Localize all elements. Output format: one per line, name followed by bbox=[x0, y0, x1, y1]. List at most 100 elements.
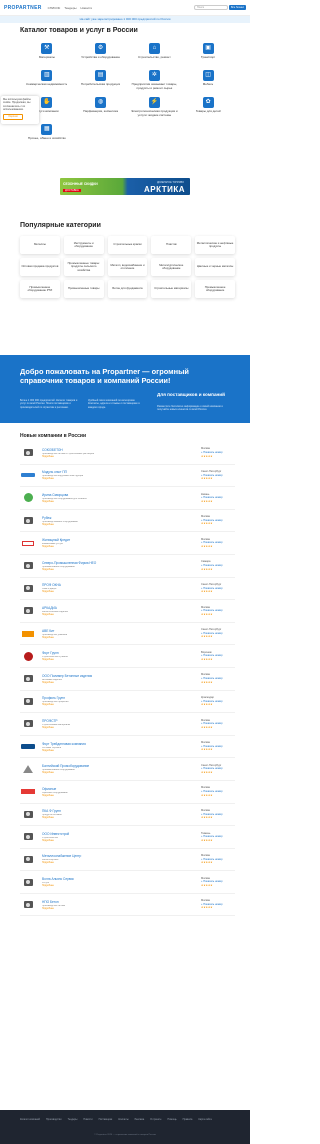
company-row[interactable]: Форт Трейдинговая компания Оптовая торгов… bbox=[20, 736, 235, 759]
company-name[interactable]: Волга Альянс Сервис bbox=[42, 877, 201, 881]
company-more-link[interactable]: Подробнее bbox=[42, 478, 201, 480]
popular-category[interactable]: Промышленное оборудование bbox=[195, 280, 235, 298]
company-row[interactable]: Ирина Скворцова Производство оборудования… bbox=[20, 487, 235, 510]
footer-link[interactable]: О проекте bbox=[150, 1118, 161, 1121]
company-row[interactable]: АРКАДИА Металлические изделия Подробнее Мос… bbox=[20, 600, 235, 623]
company-more-link[interactable]: Подробнее bbox=[42, 591, 201, 593]
company-more-link[interactable]: Подробнее bbox=[42, 795, 201, 797]
company-more-link[interactable]: Подробнее bbox=[42, 637, 201, 639]
company-name[interactable]: Профиль Групп bbox=[42, 696, 201, 700]
catalog-item[interactable]: ⚒ Материалы bbox=[20, 43, 74, 64]
company-name[interactable]: СОЮЗБЕТОН bbox=[42, 448, 201, 452]
popular-category[interactable]: Пластик bbox=[151, 236, 192, 254]
company-name[interactable]: Ирина Скворцова bbox=[42, 493, 201, 497]
popular-category[interactable]: Металл, водоснабжение и отопление bbox=[107, 258, 148, 276]
company-more-link[interactable]: Подробнее bbox=[42, 659, 201, 661]
company-name[interactable]: Форт Трейдинговая компания bbox=[42, 742, 201, 746]
company-name[interactable]: Модуль опыт ПП bbox=[42, 470, 201, 474]
nav-item-list[interactable]: СПИСОК bbox=[48, 6, 61, 10]
nav-item-news[interactable]: Новости bbox=[81, 6, 93, 10]
company-more-link[interactable]: Подробнее bbox=[42, 682, 201, 684]
popular-category[interactable]: Оптовая продажа продуктов bbox=[20, 258, 60, 276]
popular-category[interactable]: Металлические и нефтяные продукты bbox=[195, 236, 235, 254]
company-row[interactable]: Жилищный Кредит Финансовые услуги Подробне… bbox=[20, 532, 235, 555]
company-name[interactable]: Северо-Промышленная Фирма НЕО bbox=[42, 561, 201, 565]
search-input[interactable]: Поиск bbox=[194, 5, 228, 10]
company-row[interactable]: Металлоснабжение Центр Металлопрокат Подро… bbox=[20, 849, 235, 872]
company-more-link[interactable]: Подробнее bbox=[42, 772, 201, 774]
company-name[interactable]: Металлоснабжение Центр bbox=[42, 854, 201, 858]
company-more-link[interactable]: Подробнее bbox=[42, 727, 201, 729]
popular-category[interactable]: Промышленные товары bbox=[63, 280, 104, 298]
footer-link[interactable]: Помощь bbox=[167, 1118, 176, 1121]
company-more-link[interactable]: Подробнее bbox=[42, 546, 201, 548]
company-row[interactable]: ПРОФСТР Строительные материалы Подробнее Мо… bbox=[20, 713, 235, 736]
company-name[interactable]: Рубеж bbox=[42, 516, 201, 520]
company-row[interactable]: Волга Альянс Сервис Услуги Подробнее Москва… bbox=[20, 871, 235, 894]
company-row[interactable]: АВЕ Кит Производство упаковки Подробнее Сан… bbox=[20, 623, 235, 646]
popular-category[interactable]: Бетон для фундамента bbox=[107, 280, 148, 298]
company-name[interactable]: Жилищный Кредит bbox=[42, 538, 201, 542]
company-more-link[interactable]: Подробнее bbox=[42, 456, 201, 458]
catalog-item[interactable]: ◍ Парфюмерия, косметика bbox=[74, 97, 128, 118]
catalog-item[interactable]: ⌂ Строительство, ремонт bbox=[128, 43, 182, 64]
company-name[interactable]: ПРОФСТР bbox=[42, 719, 201, 723]
company-more-link[interactable]: Подробнее bbox=[42, 501, 201, 503]
company-more-link[interactable]: Подробнее bbox=[42, 704, 201, 706]
popular-category[interactable]: Промышленные товары: продукты сельского … bbox=[63, 258, 104, 276]
footer-link[interactable]: Каталог компаний bbox=[20, 1118, 40, 1121]
footer-link[interactable]: Производство bbox=[46, 1118, 62, 1121]
company-more-link[interactable]: Подробнее bbox=[42, 862, 201, 864]
site-logo[interactable]: PROPARTNER bbox=[4, 5, 42, 11]
popular-category[interactable]: Строительные материалы bbox=[151, 280, 192, 298]
company-more-link[interactable]: Подробнее bbox=[42, 569, 201, 571]
footer-link[interactable]: Реклама bbox=[135, 1118, 145, 1121]
catalog-item[interactable]: ✲ Предприятия оказывает товары, продукты … bbox=[128, 70, 182, 91]
company-row[interactable]: ПРОФ ОКНА Окна и двери Подробнее Санкт-Пете… bbox=[20, 578, 235, 601]
company-name[interactable]: НПО Бетон bbox=[42, 900, 201, 904]
catalog-item[interactable]: ✿ Товары для детей bbox=[181, 97, 235, 118]
popular-category[interactable]: Строительные краски bbox=[107, 236, 148, 254]
catalog-item[interactable]: ▤ Потребительская продукция bbox=[74, 70, 128, 91]
nav-item-tenders[interactable]: Тендеры bbox=[64, 6, 76, 10]
company-row[interactable]: Форт Групп Строительство и ремонт Подробне… bbox=[20, 645, 235, 668]
footer-link[interactable]: Карта сайта bbox=[198, 1118, 211, 1121]
company-name[interactable]: ПКА Ф Групп bbox=[42, 809, 201, 813]
company-more-link[interactable]: Подробнее bbox=[42, 614, 201, 616]
company-more-link[interactable]: Подробнее bbox=[42, 524, 201, 526]
company-more-link[interactable]: Подробнее bbox=[42, 817, 201, 819]
company-name[interactable]: Форт Групп bbox=[42, 651, 201, 655]
footer-link[interactable]: Новости bbox=[83, 1118, 92, 1121]
company-more-link[interactable]: Подробнее bbox=[42, 840, 201, 842]
popular-category[interactable]: Инструменты и оборудование bbox=[63, 236, 104, 254]
company-more-link[interactable]: Подробнее bbox=[42, 885, 201, 887]
footer-link[interactable]: Тендеры bbox=[68, 1118, 78, 1121]
company-row[interactable]: Модуль опыт ПП Производство модульных кон… bbox=[20, 465, 235, 488]
footer-link[interactable]: Поставщики bbox=[99, 1118, 113, 1121]
catalog-item[interactable]: ▣ Транспорт bbox=[181, 43, 235, 64]
catalog-item[interactable]: ◫ Мебель bbox=[181, 70, 235, 91]
footer-link[interactable]: Правила bbox=[183, 1118, 193, 1121]
search-button[interactable]: Все бизнес bbox=[229, 5, 246, 10]
company-more-link[interactable]: Подробнее bbox=[42, 750, 201, 752]
catalog-item[interactable]: ⚙ Устройства и оборудование bbox=[74, 43, 128, 64]
company-row[interactable]: ПКА Ф Групп Продукты питания Подробнее Моск… bbox=[20, 804, 235, 827]
company-row[interactable]: ООО Инвестстрой Строительство Подробнее Тюм… bbox=[20, 826, 235, 849]
popular-category[interactable]: Металлургическое оборудование bbox=[151, 258, 192, 276]
footer-link[interactable]: Контакты bbox=[118, 1118, 128, 1121]
catalog-item[interactable]: ▥ Коммерческая недвижимость bbox=[20, 70, 74, 91]
popular-category[interactable]: Промышленное оборудование РТИ bbox=[20, 280, 60, 298]
cookie-accept-button[interactable]: Хорошо bbox=[3, 113, 23, 120]
catalog-item[interactable]: ⚡ Электротехническая продукция и услуги: … bbox=[128, 97, 182, 118]
company-name[interactable]: Балтийский Промоборудование bbox=[42, 764, 201, 768]
company-row[interactable]: Рубеж Производственное оборудование Подроб… bbox=[20, 510, 235, 533]
ad-banner[interactable]: СЕЗОННЫЕ СКИДКИ ДОСТАВКА ДИЗЕЛЬНОЕ ТОПЛИ… bbox=[60, 178, 190, 195]
company-row[interactable]: СОЮЗБЕТОН Производство бетона и строитель… bbox=[20, 442, 235, 465]
company-name[interactable]: Офисные bbox=[42, 787, 201, 791]
company-row[interactable]: Северо-Промышленная Фирма НЕО Промышленно… bbox=[20, 555, 235, 578]
company-row[interactable]: Профиль Групп Производство профилей Подроб… bbox=[20, 691, 235, 714]
company-row[interactable]: ООО Полимер Бетонные изделия Бетонные изд… bbox=[20, 668, 235, 691]
company-row[interactable]: Балтийский Промоборудование Промышленное … bbox=[20, 758, 235, 781]
catalog-item[interactable]: ▦ Прочее, обмен и хозяйство bbox=[20, 124, 74, 145]
company-row[interactable]: Офисные Офисное оборудование Подробнее Моск… bbox=[20, 781, 235, 804]
